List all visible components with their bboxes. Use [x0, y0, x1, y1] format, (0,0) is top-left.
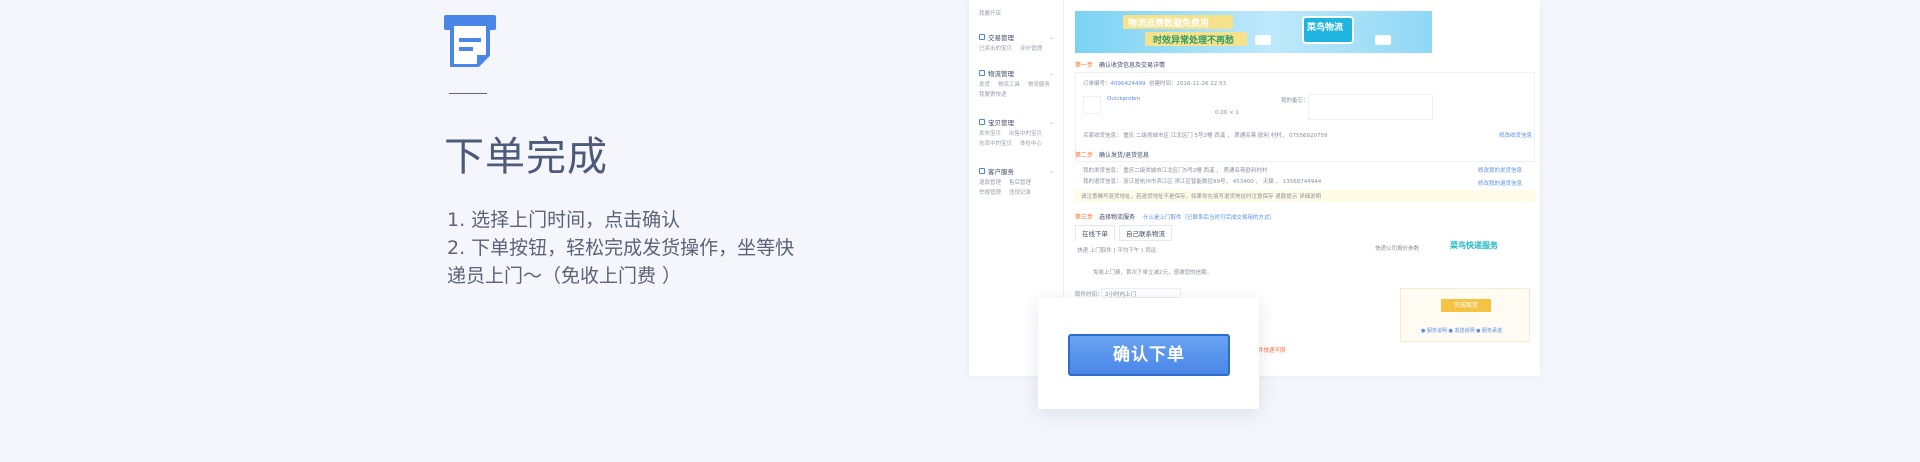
sidebar-group-title[interactable]: 宝贝管理 — [988, 117, 1014, 127]
sidebar-link[interactable]: 体检中心 — [1020, 139, 1042, 149]
sidebar-link[interactable]: 物流工具 — [998, 80, 1020, 90]
sidebar-link[interactable]: 退款管理 — [979, 178, 1001, 188]
cainiao-logo: 菜鸟快递服务 — [1450, 241, 1498, 250]
step-title: 确认收货信息及交易详情 — [1099, 62, 1166, 69]
intro-step-2: 2. 下单按钮，轻松完成发货操作，坐等快递员上门～（免收上门费 ） — [447, 237, 795, 287]
modify-buyer-link[interactable]: 修改收货信息 — [1499, 131, 1532, 139]
confirm-order-button[interactable]: 确认下单 — [1068, 334, 1230, 376]
banner-line-2: 时效异常处理不再愁 — [1153, 36, 1235, 46]
sidebar-group-title[interactable]: 客户服务 — [988, 166, 1014, 176]
return-info: 我的退货信息： 浙江省杭州市滨江区 滨江区智能数控99号， 453400 ， 天… — [1083, 179, 1322, 185]
modify-return-link[interactable]: 修改我的退货信息 — [1478, 179, 1522, 187]
ship-tabs: 在线下单 自己联系物流 — [1075, 225, 1172, 241]
confirm-card: 确认下单 — [1038, 298, 1259, 409]
buyer-address: 买家收货信息： 重庆 二级类城市区 江北区门 5号2幢 西溪 ， 质通名蒋 欧利… — [1083, 133, 1328, 139]
intro-step-1: 1. 选择上门时间，点击确认 — [447, 209, 681, 231]
item-link[interactable]: Quickprobm — [1107, 96, 1140, 102]
sidebar-group-title[interactable]: 物流管理 — [988, 68, 1014, 78]
step-three-hint[interactable]: 什么是上门取件（已联系后当时可完成交易用的方式） — [1143, 213, 1275, 221]
pickup-panel: 完成取货 ● 服务说明 ● 发送说明 ● 服务承诺 — [1400, 288, 1530, 342]
sidebar-group-title[interactable]: 交易管理 — [988, 32, 1014, 42]
chevron-down-icon[interactable]: ⌄ — [1049, 70, 1054, 77]
goods-icon — [979, 119, 985, 125]
tab-self-contact[interactable]: 自己联系物流 — [1119, 225, 1172, 241]
sidebar-top-link[interactable]: 我要开店 — [979, 9, 1059, 19]
sidebar-link[interactable]: 评价管理 — [1020, 44, 1042, 54]
sidebar-link[interactable]: 售后管理 — [1009, 178, 1031, 188]
created-time: 2016-11-26 22:53 — [1176, 81, 1227, 87]
warning-text: 请注意确写退货地址，若退货地址不是保存，如果你在填写退货地址时注意保存 退款提示… — [1081, 194, 1321, 200]
step-tag: 第二步 — [1075, 152, 1094, 159]
order-no[interactable]: 4096424499 — [1111, 81, 1146, 87]
intro-steps: 1. 选择上门时间，点击确认 2. 下单按钮，轻松完成发货操作，坐等快递员上门～… — [447, 206, 807, 290]
note-label: 我的备忘： — [1281, 98, 1309, 104]
free-pickup-note: 免收上门费，首次下单立减2元，感谢您的信赖。 — [1093, 270, 1213, 276]
created-label: 创建时间： — [1149, 81, 1177, 87]
truck-icon — [1255, 35, 1271, 45]
service-options[interactable]: 快递 上门取件 ( 平均下午 ) 货运 — [1077, 246, 1156, 254]
sidebar-group-goods: 宝贝管理 ⌄ 发布宝贝 出售中的宝贝 仓库中的宝贝 体检中心 — [979, 117, 1059, 149]
step-three: 第三步 选择物流服务 — [1075, 212, 1135, 221]
intro-title: 下单完成 — [444, 134, 608, 180]
document-icon — [444, 15, 496, 67]
step-one: 第一步 确认收货信息及交易详情 — [1075, 60, 1165, 69]
sidebar-top: 我要开店 — [979, 1, 1059, 19]
quote-label: 快递公司报价参数 — [1375, 246, 1420, 252]
sidebar-link[interactable]: 违规记录 — [1009, 188, 1031, 198]
sidebar-link[interactable]: 举报管理 — [979, 188, 1001, 198]
sidebar-link[interactable]: 物流服务 — [1028, 80, 1050, 90]
sidebar-link[interactable]: 已卖出的宝贝 — [979, 44, 1012, 54]
sidebar-group-trade: 交易管理 ⌄ 已卖出的宝贝 评价管理 — [979, 32, 1059, 54]
sidebar-link[interactable]: 出售中的宝贝 — [1009, 129, 1042, 139]
banner-line-1: 物流运费数据免费用 — [1128, 19, 1210, 29]
trade-icon — [979, 34, 985, 40]
sidebar-link[interactable]: 发货 — [979, 80, 990, 90]
step-title: 选择物流服务 — [1099, 214, 1136, 221]
sidebar-group-logistics: 物流管理 ⌄ 发货 物流工具 物流服务我要寄快递 — [979, 68, 1059, 100]
promo-banner[interactable]: 物流运费数据免费用 时效异常处理不再愁 菜鸟物流 — [1075, 11, 1432, 53]
modify-ship-link[interactable]: 修改我的发货信息 — [1478, 166, 1522, 174]
pickup-done-button[interactable]: 完成取货 — [1441, 299, 1491, 312]
sidebar-group-service: 客户服务 ⌄ 退款管理 售后管理 举报管理 违规记录 — [979, 166, 1059, 198]
time-value[interactable]: 2小时内上门 — [1105, 290, 1136, 298]
note-textarea[interactable] — [1308, 94, 1433, 120]
intro-divider — [449, 93, 487, 94]
step-title: 确认发货/退货信息 — [1099, 152, 1150, 159]
sidebar-link[interactable]: 发布宝贝 — [979, 129, 1001, 139]
item-thumbnail[interactable] — [1083, 96, 1101, 114]
order-no-label: 订单编号： — [1083, 81, 1111, 87]
logistics-icon — [979, 70, 985, 76]
chevron-down-icon[interactable]: ⌄ — [1049, 34, 1054, 41]
ship-info: 我的发货信息： 重庆二级类城市江北区门5号2幢 西溪 ， 质通名蒋欧利村村 — [1083, 168, 1268, 174]
truck-icon — [1375, 35, 1391, 45]
order-no-line: 订单编号：4096424499 创建时间：2016-11-26 22:53 — [1083, 79, 1226, 87]
item-price: 0.00 × 1 — [1215, 110, 1239, 116]
banner-pill-label: 菜鸟物流 — [1307, 23, 1344, 33]
sidebar-link[interactable]: 我要寄快递 — [979, 90, 1007, 100]
step-tag: 第三步 — [1075, 214, 1094, 221]
sidebar-link[interactable]: 仓库中的宝贝 — [979, 139, 1012, 149]
chevron-down-icon[interactable]: ⌄ — [1049, 168, 1054, 175]
chevron-down-icon[interactable]: ⌄ — [1049, 119, 1054, 126]
time-label: 取件时间： — [1075, 292, 1103, 298]
service-icon — [979, 168, 985, 174]
pickup-panel-links[interactable]: ● 服务说明 ● 发送说明 ● 服务承诺 — [1421, 327, 1502, 334]
tab-online-order[interactable]: 在线下单 — [1075, 225, 1115, 241]
step-two: 第二步 确认发货/退货信息 — [1075, 150, 1149, 159]
step-tag: 第一步 — [1075, 62, 1094, 69]
